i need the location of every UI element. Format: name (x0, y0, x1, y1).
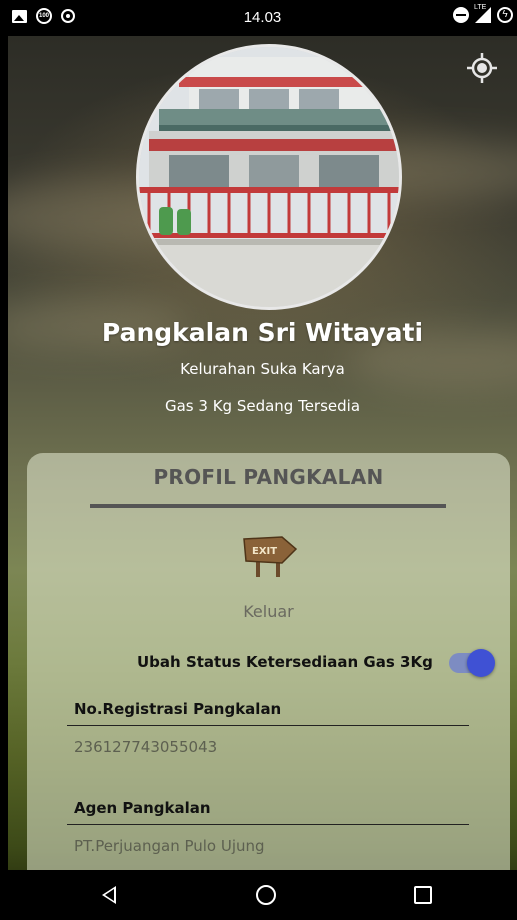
app-screen: 100 14.03 LTE ϟ Pangkalan Sri Witayati K… (8, 0, 517, 920)
gas-status-label: Gas 3 Kg Sedang Tersedia (164, 397, 361, 415)
agent-divider (67, 824, 469, 825)
exit-sign-icon[interactable]: EXIT (242, 531, 298, 579)
building-photo (139, 47, 399, 307)
back-triangle-inner (105, 889, 114, 901)
registration-divider (67, 725, 469, 726)
lte-label: LTE (474, 4, 487, 11)
home-circle-icon[interactable] (256, 885, 276, 905)
profile-photo (136, 44, 402, 310)
status-time: 14.03 (243, 9, 282, 26)
status-bar: 100 14.03 LTE ϟ (8, 0, 517, 36)
registration-value: 236127743055043 (74, 738, 218, 756)
agent-label: Agen Pangkalan (74, 799, 211, 817)
card-title: PROFIL PANGKALAN (153, 465, 384, 489)
exit-label[interactable]: Keluar (27, 602, 510, 621)
navigation-bar (0, 870, 517, 920)
registration-label: No.Registrasi Pangkalan (74, 700, 282, 718)
gas-availability-toggle-row: Ubah Status Ketersediaan Gas 3Kg (137, 649, 497, 679)
battery-charging-icon: ϟ (497, 7, 513, 23)
toggle-label: Ubah Status Ketersediaan Gas 3Kg (137, 653, 433, 671)
agent-value: PT.Perjuangan Pulo Ujung (74, 837, 265, 855)
pangkalan-name: Pangkalan Sri Witayati (101, 318, 424, 347)
crosshair-location-icon[interactable] (466, 52, 498, 84)
profile-card: PROFIL PANGKALAN EXIT Keluar Ubah Status… (27, 453, 510, 893)
title-divider (90, 504, 446, 508)
kelurahan-label: Kelurahan Suka Karya (180, 360, 345, 378)
exit-sign-text: EXIT (252, 546, 277, 557)
recent-apps-square-icon[interactable] (414, 886, 432, 904)
do-not-disturb-icon (453, 7, 469, 23)
gas-availability-switch-knob[interactable] (467, 649, 495, 677)
signal-icon: LTE (474, 4, 491, 23)
